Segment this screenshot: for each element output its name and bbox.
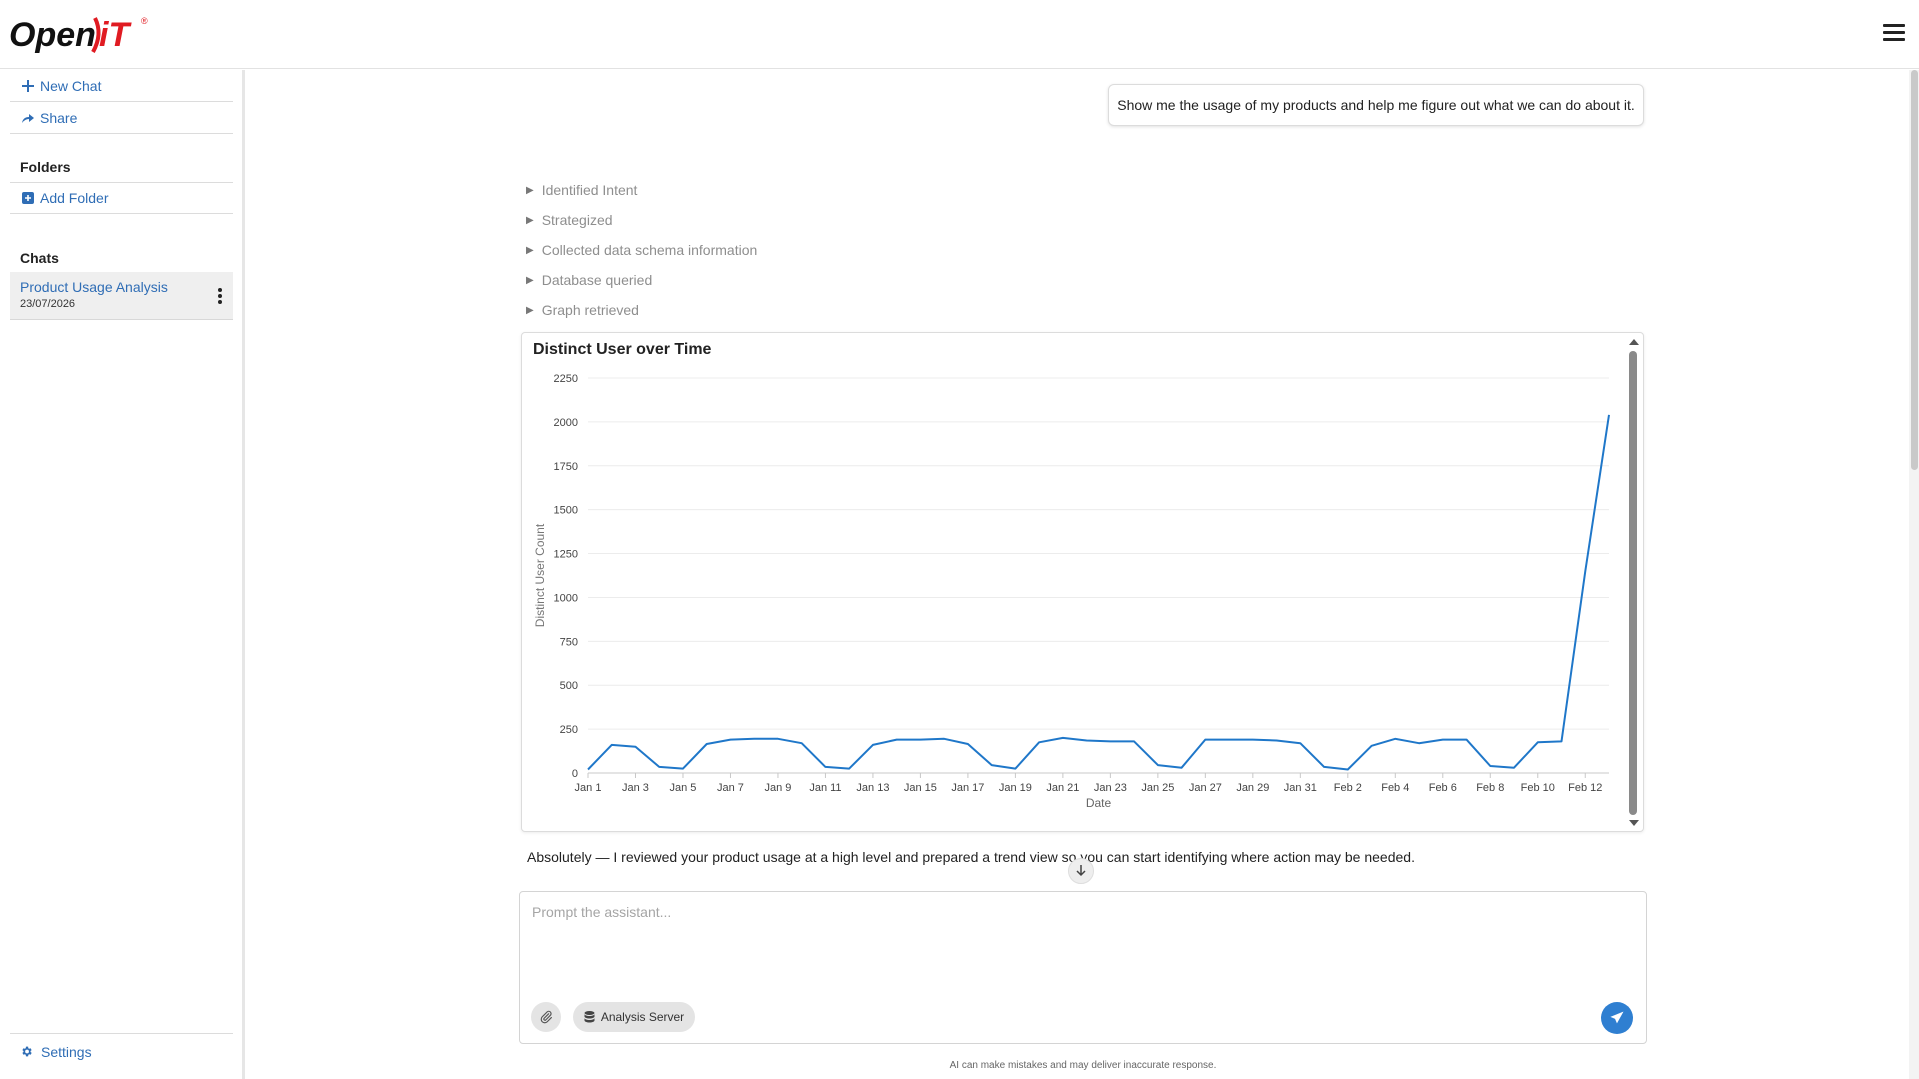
share-button[interactable]: Share (10, 103, 233, 134)
paper-plane-icon (1610, 1011, 1624, 1025)
send-button[interactable] (1601, 1002, 1633, 1034)
x-tick-label: Jan 17 (951, 782, 984, 794)
x-tick-label: Jan 15 (904, 782, 937, 794)
step-label: Identified Intent (541, 182, 638, 198)
x-tick-label: Feb 12 (1568, 782, 1602, 794)
plus-square-icon (20, 192, 36, 204)
x-tick-label: Jan 27 (1189, 782, 1222, 794)
y-tick-label: 250 (560, 724, 578, 736)
kebab-icon[interactable] (218, 288, 222, 306)
series-line (587, 414, 1610, 771)
line-chart: 0 250 500 750 1000 1250 1500 1750 2000 2250 Jan 1 J… (533, 373, 1610, 810)
triangle-right-icon: ▶ (526, 184, 534, 196)
scroll-up-arrow-icon[interactable] (1629, 339, 1639, 345)
chart-scrollbar-thumb[interactable] (1629, 351, 1637, 815)
x-tick-label: Jan 7 (717, 782, 744, 794)
x-tick-label: Jan 13 (856, 782, 889, 794)
chart-title: Distinct User over Time (533, 341, 712, 358)
chat-item-product-usage-analysis[interactable]: Product Usage Analysis 23/07/2026 (10, 272, 233, 320)
analysis-server-button[interactable]: Analysis Server (573, 1002, 695, 1032)
attach-button[interactable] (531, 1002, 561, 1032)
step-label: Database queried (541, 272, 653, 288)
logo-text-it: iT (99, 16, 132, 54)
share-label: Share (40, 110, 78, 126)
y-tick-label: 1250 (554, 549, 578, 561)
y-tick-label: 1000 (554, 592, 578, 604)
openit-logo[interactable]: Open iT ® (9, 8, 149, 58)
x-tick-label: Jan 31 (1284, 782, 1317, 794)
page-scrollbar-thumb[interactable] (1911, 70, 1918, 470)
scroll-to-bottom-button[interactable] (1068, 858, 1094, 884)
logo-text-open: Open (9, 16, 96, 54)
x-tick-label: Jan 3 (622, 782, 649, 794)
chat-date: 23/07/2026 (20, 298, 76, 310)
x-axis-label: Date (1086, 796, 1112, 810)
x-tick-label: Feb 2 (1334, 782, 1362, 794)
step-database-queried[interactable]: ▶ Database queried (526, 270, 652, 290)
y-tick-label: 750 (560, 636, 578, 648)
triangle-right-icon: ▶ (526, 274, 534, 286)
gear-icon (20, 1045, 33, 1058)
settings-label: Settings (41, 1043, 92, 1060)
add-folder-button[interactable]: Add Folder (10, 183, 233, 214)
y-tick-label: 1750 (554, 461, 578, 473)
triangle-right-icon: ▶ (526, 244, 534, 256)
disclaimer-text: AI can make mistakes and may deliver ina… (949, 1060, 1217, 1071)
step-identified-intent[interactable]: ▶ Identified Intent (526, 180, 637, 200)
new-chat-button[interactable]: New Chat (10, 71, 233, 102)
database-icon (584, 1011, 595, 1023)
step-label: Collected data schema information (541, 242, 758, 258)
x-tick-label: Feb 10 (1521, 782, 1555, 794)
share-icon (20, 112, 36, 124)
x-tick-label: Feb 8 (1476, 782, 1504, 794)
y-axis-label: Distinct User Count (533, 523, 547, 627)
scroll-down-arrow-icon[interactable] (1629, 820, 1639, 826)
x-tick-label: Feb 6 (1429, 782, 1457, 794)
y-tick-label: 0 (572, 768, 578, 780)
triangle-right-icon: ▶ (526, 214, 534, 226)
x-tick-label: Jan 1 (575, 782, 602, 794)
y-tick-label: 1500 (554, 505, 578, 517)
x-tick-label: Jan 11 (809, 782, 841, 794)
x-tick-label: Jan 21 (1046, 782, 1079, 794)
assistant-message: Absolutely — I reviewed your product usa… (527, 849, 1415, 865)
step-label: Graph retrieved (541, 302, 639, 318)
y-tick-label: 2000 (554, 417, 578, 429)
plus-icon (20, 80, 36, 92)
x-tick-label: Jan 29 (1236, 782, 1269, 794)
settings-button[interactable]: Settings (10, 1033, 233, 1069)
triangle-right-icon: ▶ (526, 304, 534, 316)
user-message-bubble: Show me the usage of my products and hel… (1108, 84, 1644, 126)
chart-card: 0 250 500 750 1000 1250 1500 1750 2000 2250 Jan 1 J… (521, 332, 1644, 832)
prompt-input[interactable] (532, 904, 1612, 964)
x-tick-label: Jan 25 (1141, 782, 1174, 794)
logo-registered: ® (141, 16, 148, 26)
y-tick-label: 500 (560, 680, 578, 692)
new-chat-label: New Chat (40, 78, 102, 94)
chat-title: Product Usage Analysis (20, 279, 168, 295)
step-label: Strategized (541, 212, 613, 228)
app-header: Open iT ® (0, 0, 1919, 69)
prompt-box: Analysis Server (519, 891, 1647, 1044)
x-tick-label: Jan 19 (999, 782, 1032, 794)
add-folder-label: Add Folder (40, 190, 109, 206)
x-tick-label: Jan 5 (670, 782, 697, 794)
y-tick-label: 2250 (554, 373, 578, 385)
chats-heading: Chats (20, 250, 59, 266)
x-tick-label: Feb 4 (1381, 782, 1409, 794)
x-tick-label: Jan 23 (1094, 782, 1127, 794)
step-collected-schema[interactable]: ▶ Collected data schema information (526, 240, 757, 260)
hamburger-icon[interactable] (1883, 24, 1905, 44)
paperclip-icon (539, 1010, 553, 1024)
step-graph-retrieved[interactable]: ▶ Graph retrieved (526, 300, 639, 320)
arrow-down-icon (1076, 865, 1086, 877)
analysis-server-label: Analysis Server (600, 1010, 685, 1024)
x-tick-label: Jan 9 (764, 782, 791, 794)
folders-heading: Folders (10, 151, 233, 183)
step-strategized[interactable]: ▶ Strategized (526, 210, 613, 230)
user-message-text: Show me the usage of my products and hel… (1117, 97, 1635, 113)
sidebar: New Chat Share Folders Add Folder Chats … (0, 70, 245, 1079)
